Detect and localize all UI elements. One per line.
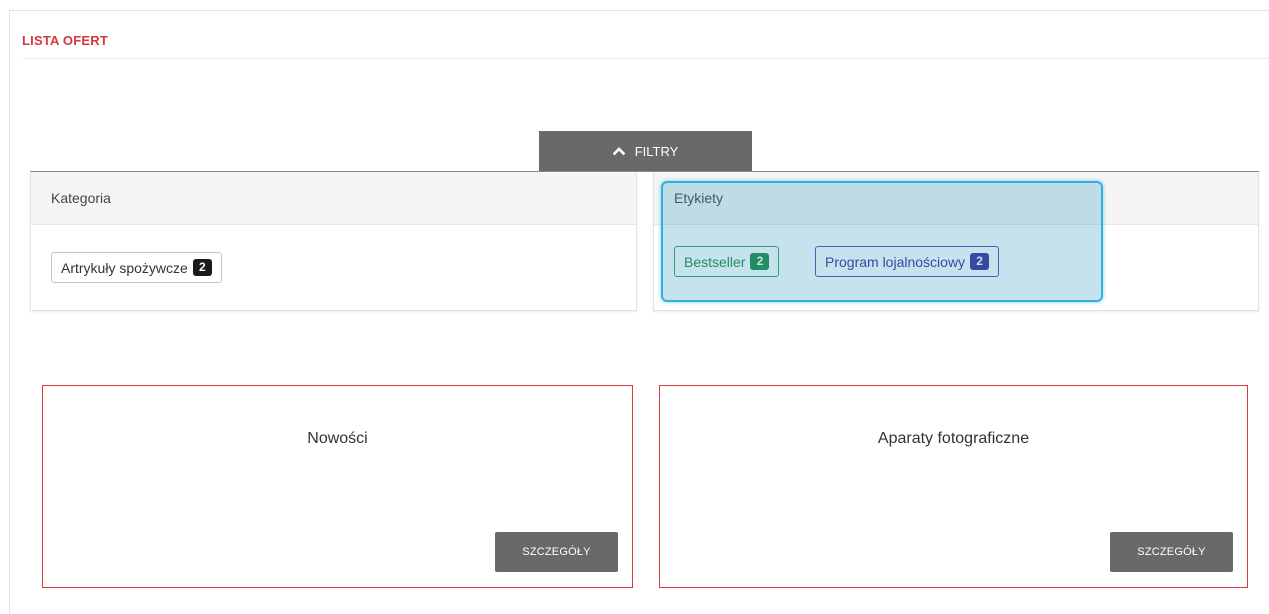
label-chip-bestseller[interactable]: Bestseller 2 — [674, 246, 780, 277]
offer-card-nowosci: Nowości SZCZEGÓŁY — [42, 385, 633, 588]
details-button[interactable]: SZCZEGÓŁY — [1110, 532, 1233, 572]
offer-title: Aparaty fotograficzne — [877, 430, 1030, 447]
etykiety-filter-panel: Etykiety — [653, 172, 1259, 311]
count-badge: 2 — [192, 259, 212, 276]
filters-toggle-button[interactable]: FILTRY — [539, 131, 752, 171]
offer-card-aparaty: Aparaty fotograficzne SZCZEGÓŁY — [659, 385, 1248, 588]
chip-label: Bestseller — [684, 253, 746, 270]
category-chip-food[interactable]: Artrykuły spożywcze 2 — [51, 252, 222, 283]
chevron-up-icon — [612, 147, 625, 156]
page-title: LISTA OFERT — [22, 33, 108, 48]
kategoria-heading: Kategoria — [31, 172, 636, 225]
chip-label: Artrykuły spożywcze — [61, 259, 188, 276]
filters-toggle-label: FILTRY — [634, 143, 679, 159]
details-button[interactable]: SZCZEGÓŁY — [495, 532, 618, 572]
title-divider — [22, 58, 1269, 59]
count-badge: 2 — [970, 253, 990, 270]
offer-title: Nowości — [307, 430, 368, 447]
count-badge: 2 — [750, 253, 770, 270]
label-chip-loyalty-program[interactable]: Program lojalnościowy 2 — [815, 246, 1000, 277]
etykiety-heading: Etykiety — [654, 172, 1258, 225]
kategoria-filter-panel: Kategoria — [30, 172, 637, 311]
chip-label: Program lojalnościowy — [825, 253, 966, 270]
